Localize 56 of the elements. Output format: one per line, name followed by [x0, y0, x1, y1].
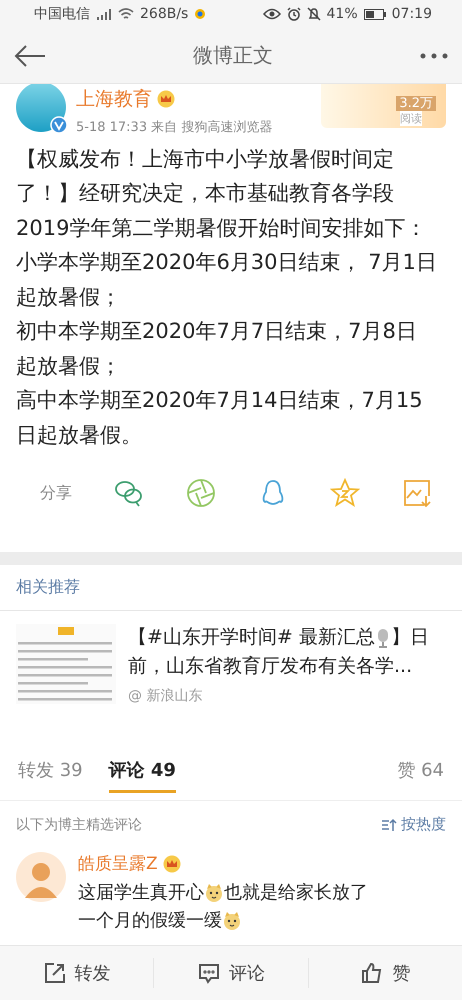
- section-heading: 相关推荐: [0, 565, 462, 612]
- post-text: 日起放暑假。: [16, 422, 143, 449]
- battery-icon: [364, 8, 386, 20]
- sort-option[interactable]: 按热度: [401, 815, 446, 834]
- user-avatar[interactable]: [16, 852, 66, 902]
- image-download-icon[interactable]: [402, 478, 432, 508]
- dog-face-icon: [204, 883, 224, 904]
- bell-off-icon: [306, 7, 321, 22]
- post-meta: 5-18 17:33 来自 搜狗高速浏览器: [76, 118, 274, 136]
- clock-time: 07:19: [392, 6, 432, 22]
- aperture-icon[interactable]: [186, 478, 216, 508]
- tab[interactable]: 转发 39: [18, 758, 83, 793]
- star-icon[interactable]: [330, 478, 360, 508]
- post-text: 了！】经研究决定，本市基础教育各学段: [16, 180, 395, 208]
- post-text: 初中本学期至2020年7月7日结束，7月8日: [16, 318, 418, 346]
- chat-bubbles-icon[interactable]: [114, 478, 144, 508]
- back-arrow-icon[interactable]: [14, 44, 46, 68]
- post-text: 起放暑假；: [16, 284, 122, 311]
- comment-text: 一个月的假缓一缓: [78, 909, 222, 934]
- post-text: 小学本学期至2020年6月30日结束， 7月1日: [16, 249, 438, 276]
- featured-note: 以下为博主精选评论: [16, 816, 142, 834]
- action-button[interactable]: 转发: [0, 958, 154, 988]
- app-icon: [194, 8, 206, 20]
- comment-text: 也就是给家长放了: [224, 881, 368, 906]
- post-text: 高中本学期至2020年7月14日结束，7月15: [16, 387, 424, 414]
- read-label: 阅读: [400, 110, 422, 126]
- verified-icon: [50, 116, 68, 134]
- page-title: 微博正文: [192, 42, 274, 70]
- post-text: 【权威发布！上海市中小学放暑假时间定: [16, 146, 395, 173]
- eye-icon: [262, 8, 281, 20]
- share-arrow-icon: [42, 961, 67, 986]
- dog-face-icon: [222, 911, 242, 932]
- recommended-title[interactable]: 【#山东开学时间# 最新汇总: [128, 623, 375, 652]
- alarm-icon: [286, 7, 301, 22]
- signal-icon: [96, 8, 112, 20]
- read-count: 3.2万: [396, 96, 436, 111]
- sort-icon[interactable]: [381, 818, 397, 832]
- share-label: 分享: [40, 482, 72, 504]
- comment-text: 这届学生真开心: [78, 881, 204, 906]
- network-speed: 268B/s: [140, 6, 188, 22]
- wifi-icon: [118, 8, 134, 20]
- action-button[interactable]: 评论: [154, 958, 309, 988]
- carrier-name: 中国电信: [34, 5, 90, 24]
- post-text: 2019学年第二学期暑假开始时间安排如下：: [16, 214, 428, 242]
- comment-icon: [196, 961, 221, 986]
- crown-icon: [162, 854, 182, 873]
- tab[interactable]: 评论 49: [108, 758, 176, 793]
- like-count[interactable]: 赞 64: [397, 758, 444, 782]
- more-icon[interactable]: [420, 52, 448, 59]
- recommended-title[interactable]: 前，山东省教育厅发布有关各学...: [128, 652, 412, 682]
- action-button[interactable]: 赞: [308, 958, 462, 988]
- battery-percent: 41%: [326, 6, 358, 22]
- crown-icon: [156, 90, 176, 108]
- post-text: 起放暑假；: [16, 352, 122, 380]
- recommended-title[interactable]: 】日: [390, 623, 429, 652]
- account-avatar[interactable]: [16, 84, 66, 132]
